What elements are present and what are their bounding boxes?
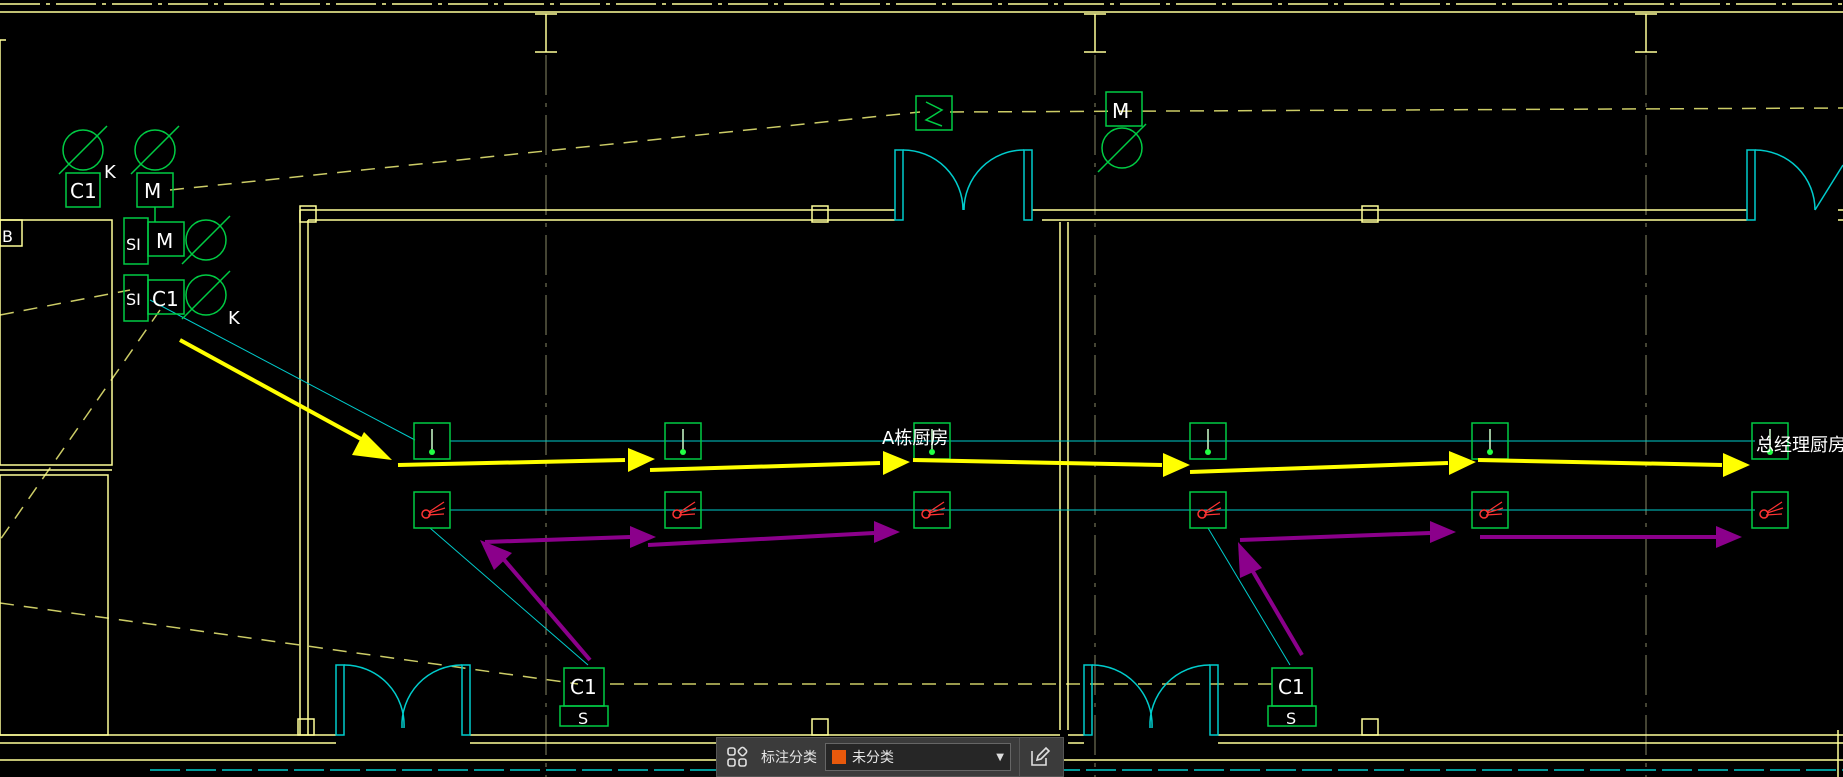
walls: [0, 39, 1843, 777]
code-c1-a: C1: [70, 179, 97, 203]
wiring: [149, 299, 1755, 666]
valve-icon-5: [1097, 123, 1147, 173]
category-color-swatch: [832, 750, 846, 764]
cad-drawing-canvas[interactable]: A栋厨房 总经理厨房 C1 K M SI M SI C1 K M C1 S C1…: [0, 0, 1843, 777]
equipment-cluster-left: [58, 91, 1317, 727]
alarm-1: [413, 491, 451, 529]
dashed-pipes: [0, 107, 1843, 685]
device-codes: C1 K M SI M SI C1 K M C1 S C1 S B: [2, 99, 1305, 728]
code-s-b: S: [1286, 709, 1296, 728]
code-b: B: [2, 227, 13, 246]
code-si-b: SI: [126, 290, 141, 309]
grid-axes: [545, 55, 1647, 777]
room-label-a: A栋厨房: [882, 428, 948, 449]
category-dropdown[interactable]: 未分类 ▼: [825, 743, 1011, 771]
top-border: [0, 3, 1843, 53]
code-m-c: M: [1112, 99, 1129, 123]
purple-arrows: [480, 521, 1742, 662]
valve-icon-3: [181, 215, 231, 265]
code-si-a: SI: [126, 235, 141, 254]
code-m-b: M: [156, 229, 173, 253]
room-label-manager: 总经理厨房: [1756, 435, 1843, 456]
code-m-a: M: [144, 179, 161, 203]
edit-icon[interactable]: [1019, 738, 1060, 776]
chevron-down-icon: ▼: [996, 751, 1004, 763]
code-s-a: S: [578, 709, 588, 728]
category-label: 标注分类: [761, 750, 817, 766]
valve-icon-4: [181, 270, 231, 320]
valve-icon-2: [130, 125, 180, 175]
code-c1-d: C1: [1278, 675, 1305, 699]
grid-icon[interactable]: [717, 738, 757, 776]
category-value: 未分类: [852, 750, 894, 766]
alarm-6: [1751, 491, 1789, 529]
code-c1-b: C1: [152, 287, 179, 311]
code-c1-c: C1: [570, 675, 597, 699]
sensor-1: [413, 422, 451, 460]
valve-icon-1: [58, 125, 108, 175]
yellow-arrows: [179, 338, 1750, 477]
code-k-b: K: [228, 308, 241, 329]
code-k-a: K: [104, 162, 117, 183]
annotation-toolbar: 标注分类 未分类 ▼: [716, 737, 1064, 777]
